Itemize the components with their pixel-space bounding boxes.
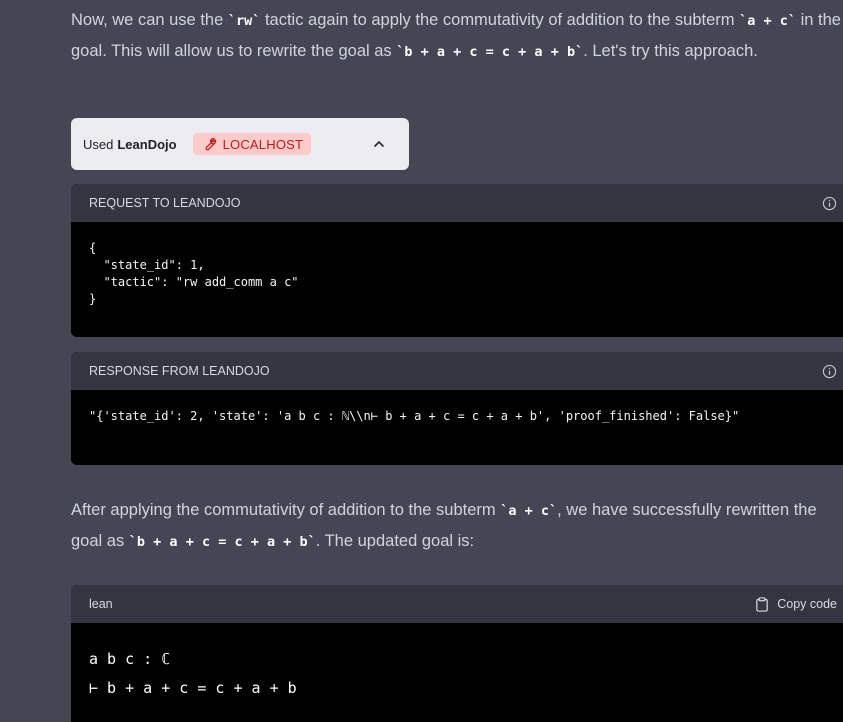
request-title: REQUEST TO LEANDOJO — [89, 196, 241, 210]
copy-code-label: Copy code — [777, 597, 837, 611]
text: tactic again to apply the commutativity … — [260, 11, 740, 29]
chevron-up-icon[interactable] — [373, 138, 385, 150]
text: After applying the commutativity of addi… — [71, 501, 501, 519]
badge-label: LOCALHOST — [222, 136, 304, 152]
inline-code: `a + c` — [500, 503, 558, 519]
text: . Let's try this approach. — [583, 42, 758, 60]
inline-code: `b + a + c = c + a + b` — [128, 534, 316, 550]
inline-code: `b + a + c = c + a + b` — [396, 44, 584, 60]
clipboard-icon — [756, 596, 768, 612]
response-title: RESPONSE FROM LEANDOJO — [89, 364, 270, 378]
inline-code: `a + c` — [739, 13, 797, 29]
text: . The updated goal is: — [315, 532, 475, 550]
localhost-badge: LOCALHOST — [192, 133, 312, 155]
code-block: lean Copy code a b c : ℂ ⊢ b + a + c = c… — [71, 585, 843, 722]
code-language-label: lean — [89, 597, 113, 611]
response-panel: RESPONSE FROM LEANDOJO "{'state_id': 2, … — [71, 352, 843, 465]
plugin-used-label: Used — [83, 136, 114, 152]
inline-code: `rw` — [227, 13, 261, 29]
plugin-usage-toggle[interactable]: Used LeanDojo LOCALHOST — [71, 118, 409, 170]
response-header: RESPONSE FROM LEANDOJO — [71, 352, 843, 390]
code-content: a b c : ℂ ⊢ b + a + c = c + a + b — [89, 650, 297, 697]
intro-paragraph: Now, we can use the `rw` tactic again to… — [71, 5, 843, 67]
wrench-icon — [205, 138, 216, 151]
text: Now, we can use the — [71, 11, 228, 29]
info-icon[interactable] — [822, 196, 837, 211]
code-header: lean Copy code — [71, 585, 843, 623]
info-icon[interactable] — [822, 364, 837, 379]
response-body: "{'state_id': 2, 'state': 'a b c : ℕ\\n⊢… — [89, 409, 740, 423]
request-body: { "state_id": 1, "tactic": "rw add_comm … — [89, 241, 299, 306]
plugin-name: LeanDojo — [117, 136, 177, 152]
request-panel: REQUEST TO LEANDOJO { "state_id": 1, "ta… — [71, 184, 843, 337]
followup-paragraph: After applying the commutativity of addi… — [71, 495, 843, 557]
copy-code-button[interactable]: Copy code — [755, 596, 837, 612]
request-header: REQUEST TO LEANDOJO — [71, 184, 843, 222]
